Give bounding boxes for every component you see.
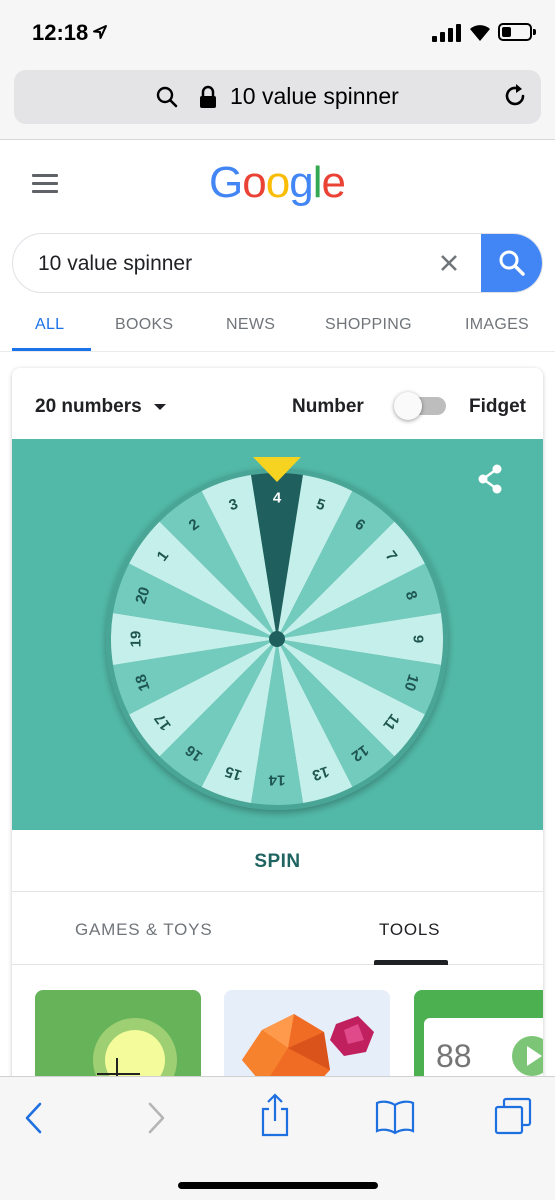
tab-images[interactable]: IMAGES: [465, 316, 529, 334]
spinner-panel: 1 2 3 4 5 6 7 8 9 10 11 12 13 14 15 16 17 18 19 20: [12, 439, 543, 830]
home-indicator: [178, 1182, 378, 1189]
status-time: 12:18: [32, 20, 89, 45]
play-icon: [512, 1036, 543, 1076]
search-button[interactable]: [481, 234, 542, 292]
location-arrow-icon: [93, 25, 107, 39]
counter-value: 88: [436, 1038, 472, 1074]
logo-letter: o: [265, 158, 291, 207]
bookmarks-icon[interactable]: [375, 1099, 415, 1135]
wheel-number: 19: [128, 631, 145, 648]
wheel-hub: [269, 631, 285, 647]
number-count-dropdown[interactable]: 20 numbers: [35, 396, 166, 418]
forward-icon[interactable]: [144, 1101, 168, 1135]
browser-address-area: 10 value spinner: [0, 62, 555, 140]
search-icon: [499, 250, 525, 276]
spinner-header: 20 numbers Number Fidget: [12, 368, 543, 439]
wheel-number: 14: [268, 772, 285, 789]
spin-row: SPIN: [12, 830, 543, 892]
mode-toggle[interactable]: [394, 392, 446, 420]
mode-number-label: Number: [292, 396, 364, 417]
tab-books[interactable]: BOOKS: [115, 316, 173, 334]
status-bar: 12:18: [0, 0, 555, 62]
cellular-signal-icon: [432, 24, 461, 42]
tabs-icon[interactable]: [494, 1097, 532, 1135]
active-tab-indicator: [12, 348, 91, 351]
search-icon: [156, 86, 178, 108]
search-tabs: ALL BOOKS NEWS SHOPPING IMAGES: [0, 300, 555, 352]
reload-icon[interactable]: [501, 82, 529, 110]
category-tabs: GAMES & TOYS TOOLS: [12, 893, 543, 965]
spin-button[interactable]: SPIN: [12, 830, 543, 892]
wheel-number: 4: [273, 490, 282, 507]
back-icon[interactable]: [22, 1101, 46, 1135]
browser-toolbar: [0, 1076, 555, 1200]
search-input[interactable]: 10 value spinner: [38, 252, 192, 276]
menu-icon[interactable]: [32, 174, 58, 194]
toggle-knob[interactable]: [394, 392, 422, 420]
tab-all[interactable]: ALL: [35, 316, 64, 334]
wifi-icon: [470, 25, 490, 41]
tab-games-toys[interactable]: GAMES & TOYS: [75, 920, 212, 940]
search-box[interactable]: 10 value spinner: [12, 233, 543, 293]
active-category-indicator: [374, 960, 448, 965]
clear-icon[interactable]: [437, 251, 461, 275]
logo-letter: G: [209, 158, 243, 207]
address-bar[interactable]: 10 value spinner: [14, 70, 541, 124]
logo-letter: g: [289, 158, 314, 207]
mode-fidget-label: Fidget: [469, 396, 526, 417]
number-count-label: 20 numbers: [35, 396, 142, 417]
tab-shopping[interactable]: SHOPPING: [325, 316, 412, 334]
lock-icon: [200, 85, 216, 108]
address-text: 10 value spinner: [230, 83, 399, 109]
share-sheet-icon[interactable]: [258, 1093, 292, 1137]
share-icon[interactable]: [475, 463, 505, 495]
logo-letter: o: [242, 158, 267, 207]
spinner-wheel[interactable]: 123 4 567891011121314151617181920: [12, 439, 543, 830]
google-logo[interactable]: Google: [209, 158, 346, 208]
dropdown-caret-icon: [153, 403, 166, 410]
wheel-number: 9: [410, 635, 427, 643]
logo-letter: e: [321, 158, 346, 207]
tab-news[interactable]: NEWS: [226, 316, 275, 334]
tab-tools[interactable]: TOOLS: [379, 920, 440, 940]
battery-icon: [498, 23, 536, 41]
spinner-card: 20 numbers Number Fidget 1 2 3 4 5 6 7 8 9 10 11 12…: [12, 368, 543, 1098]
